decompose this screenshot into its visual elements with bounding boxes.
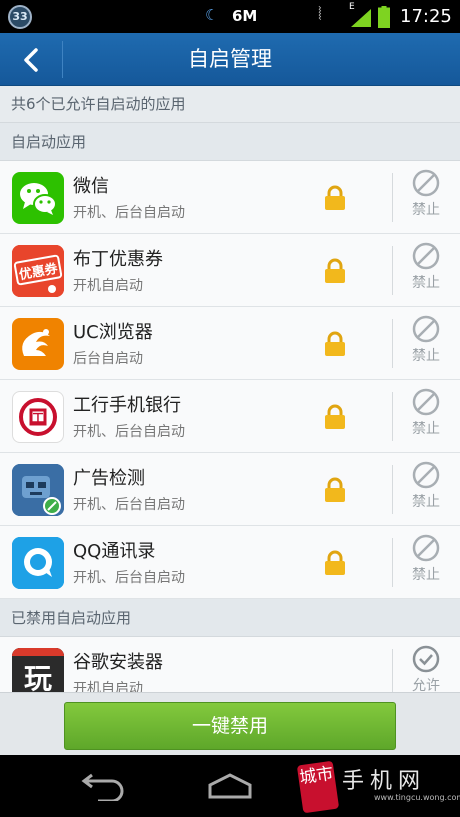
moon-icon: ☾ xyxy=(205,6,219,24)
forbid-label: 禁止 xyxy=(412,421,440,437)
forbid-button[interactable]: 禁止 xyxy=(400,534,452,592)
icbc-icon: 工 xyxy=(12,391,64,443)
clock: 17:25 xyxy=(400,6,452,27)
app-desc: 开机自启动 xyxy=(73,681,143,692)
prohibit-icon xyxy=(412,242,440,270)
coupon-icon: 优惠券 xyxy=(12,245,64,297)
watermark-text: 手机网 xyxy=(342,769,427,794)
forbid-label: 禁止 xyxy=(412,202,440,218)
lock-icon xyxy=(325,185,345,210)
app-name: 谷歌安装器 xyxy=(73,652,163,673)
section-header-allowed: 自启动应用 xyxy=(0,123,460,161)
uc-browser-icon xyxy=(12,318,64,370)
forbid-label: 禁止 xyxy=(412,567,440,583)
lock-icon xyxy=(325,331,345,356)
chevron-left-icon xyxy=(24,47,38,72)
back-button[interactable] xyxy=(0,33,62,86)
app-name: 工行手机银行 xyxy=(73,395,181,416)
app-row-icbc[interactable]: 工 工行手机银行 开机、后台自启动 禁止 xyxy=(0,380,460,453)
app-desc: 开机自启动 xyxy=(73,278,143,294)
app-row-google-installer[interactable]: 玩 谷歌安装器 开机自启动 允许 xyxy=(0,637,460,692)
lock-icon xyxy=(325,550,345,575)
app-desc: 开机、后台自启动 xyxy=(73,497,185,513)
wechat-icon xyxy=(12,172,64,224)
app-desc: 开机、后台自启动 xyxy=(73,205,185,221)
forbid-button[interactable]: 禁止 xyxy=(400,169,452,227)
prohibit-icon xyxy=(412,388,440,416)
app-name: 广告检测 xyxy=(73,468,145,489)
title-divider xyxy=(62,41,63,78)
notification-badge[interactable]: 33 xyxy=(8,5,32,29)
app-desc: 开机、后台自启动 xyxy=(73,424,185,440)
app-name: 布丁优惠券 xyxy=(73,249,163,270)
data-usage-label: 6M xyxy=(232,7,258,25)
prohibit-icon xyxy=(412,169,440,197)
watermark-url: www.tingcu.wong.com xyxy=(374,793,460,802)
allow-label: 允许 xyxy=(412,678,440,692)
allow-button[interactable]: 允许 xyxy=(400,645,452,692)
app-row-wechat[interactable]: 微信 开机、后台自启动 禁止 xyxy=(0,161,460,234)
title-bar: 自启管理 xyxy=(0,33,460,86)
forbid-button[interactable]: 禁止 xyxy=(400,388,452,446)
forbid-button[interactable]: 禁止 xyxy=(400,315,452,373)
svg-text:玩: 玩 xyxy=(24,662,52,692)
watermark-logo: 城市 手机网 www.tingcu.wong.com xyxy=(296,755,460,817)
app-row-ad-detect[interactable]: 广告检测 开机、后台自启动 禁止 xyxy=(0,453,460,526)
vibrate-icon: ⦚ xyxy=(318,4,322,25)
ad-detect-icon xyxy=(12,464,64,516)
system-nav-bar: 城市 手机网 www.tingcu.wong.com xyxy=(0,755,460,817)
page-title: 自启管理 xyxy=(188,47,272,71)
lock-icon xyxy=(325,404,345,429)
summary-text: 共6个已允许自启动的应用 xyxy=(0,86,460,123)
footer-bar: 一键禁用 xyxy=(0,692,460,755)
app-list-container[interactable]: 共6个已允许自启动的应用 自启动应用 微信 开机、后台自启动 禁止 优惠券 布丁… xyxy=(0,86,460,692)
forbid-label: 禁止 xyxy=(412,348,440,364)
nav-back-icon[interactable] xyxy=(72,771,132,801)
lock-icon xyxy=(325,258,345,283)
nav-home-icon[interactable] xyxy=(200,771,260,801)
app-row-uc-browser[interactable]: UC浏览器 后台自启动 禁止 xyxy=(0,307,460,380)
forbid-button[interactable]: 禁止 xyxy=(400,242,452,300)
prohibit-icon xyxy=(412,315,440,343)
battery-icon xyxy=(378,6,390,28)
app-name: UC浏览器 xyxy=(73,322,153,343)
qq-contacts-icon xyxy=(12,537,64,589)
signal-icon xyxy=(351,9,371,27)
app-name: 微信 xyxy=(73,176,109,197)
status-bar: 33 ☾ 6M ⦚ E 17:25 xyxy=(0,0,460,33)
google-installer-icon: 玩 xyxy=(12,648,64,692)
section-header-disabled: 已禁用自启动应用 xyxy=(0,599,460,637)
watermark-badge: 城市 xyxy=(296,760,340,814)
app-name: QQ通讯录 xyxy=(73,541,156,562)
forbid-button[interactable]: 禁止 xyxy=(400,461,452,519)
app-row-qq-contacts[interactable]: QQ通讯录 开机、后台自启动 禁止 xyxy=(0,526,460,599)
check-circle-icon xyxy=(412,645,440,673)
app-desc: 开机、后台自启动 xyxy=(73,570,185,586)
prohibit-icon xyxy=(412,461,440,489)
forbid-label: 禁止 xyxy=(412,494,440,510)
lock-icon xyxy=(325,477,345,502)
forbid-label: 禁止 xyxy=(412,275,440,291)
app-desc: 后台自启动 xyxy=(73,351,143,367)
disable-all-button[interactable]: 一键禁用 xyxy=(64,702,396,750)
app-row-coupon[interactable]: 优惠券 布丁优惠券 开机自启动 禁止 xyxy=(0,234,460,307)
svg-text:工: 工 xyxy=(32,411,44,425)
prohibit-icon xyxy=(412,534,440,562)
